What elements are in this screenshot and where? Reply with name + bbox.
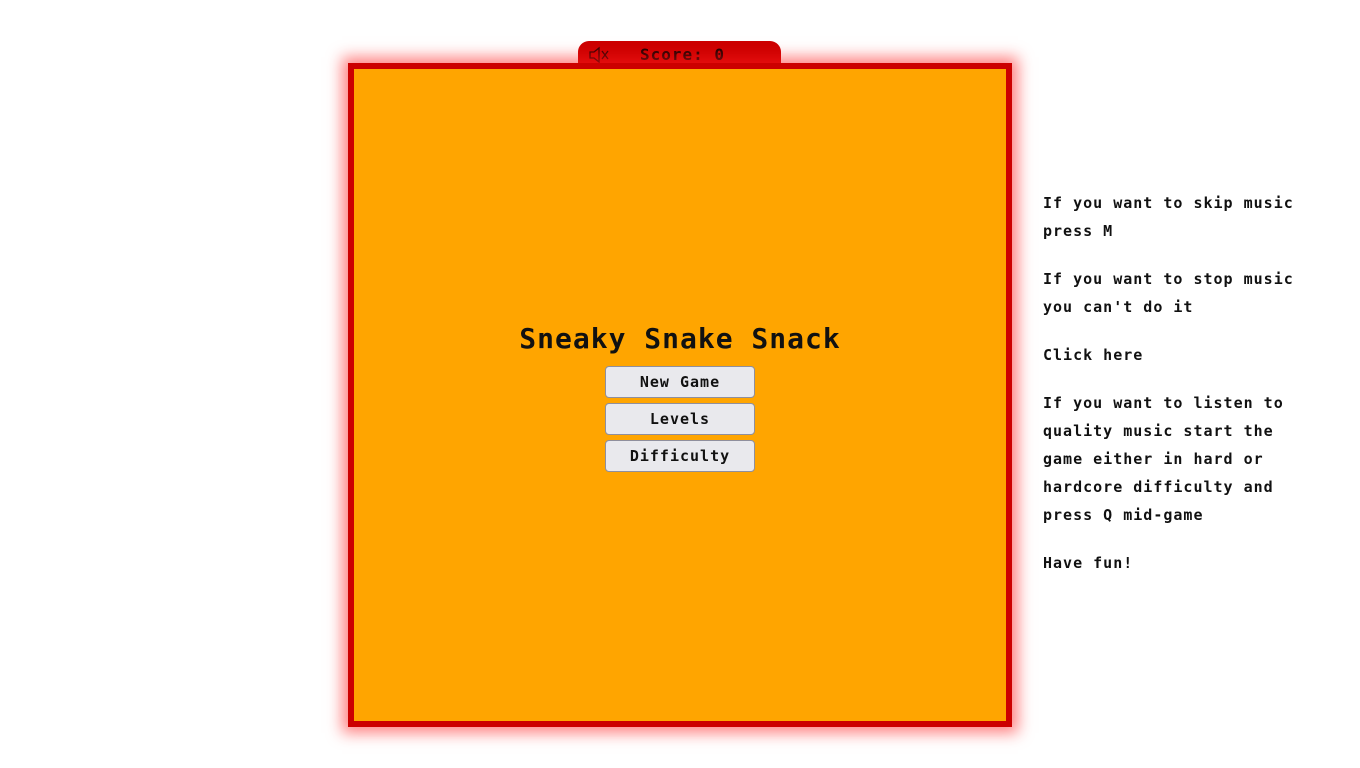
- page: Score: 0 Sneaky Snake Snack New Game Lev…: [0, 0, 1360, 768]
- main-menu: Sneaky Snake Snack New Game Levels Diffi…: [354, 322, 1006, 477]
- difficulty-button[interactable]: Difficulty: [605, 440, 755, 472]
- game-board[interactable]: Sneaky Snake Snack New Game Levels Diffi…: [348, 63, 1012, 727]
- quality-music-instruction: If you want to listen to quality music s…: [1043, 394, 1284, 524]
- game-title: Sneaky Snake Snack: [519, 322, 841, 355]
- skip-music-instruction: If you want to skip music press M: [1043, 194, 1294, 240]
- stop-music-instruction: If you want to stop music you can't do i…: [1043, 270, 1294, 316]
- levels-button[interactable]: Levels: [605, 403, 755, 435]
- instructions-panel: If you want to skip music press M If you…: [1043, 189, 1313, 597]
- new-game-button[interactable]: New Game: [605, 366, 755, 398]
- score-label: Score: 0: [640, 45, 726, 64]
- have-fun-text: Have fun!: [1043, 554, 1134, 572]
- click-here-link[interactable]: Click here: [1043, 341, 1313, 369]
- speaker-muted-icon[interactable]: [588, 46, 610, 64]
